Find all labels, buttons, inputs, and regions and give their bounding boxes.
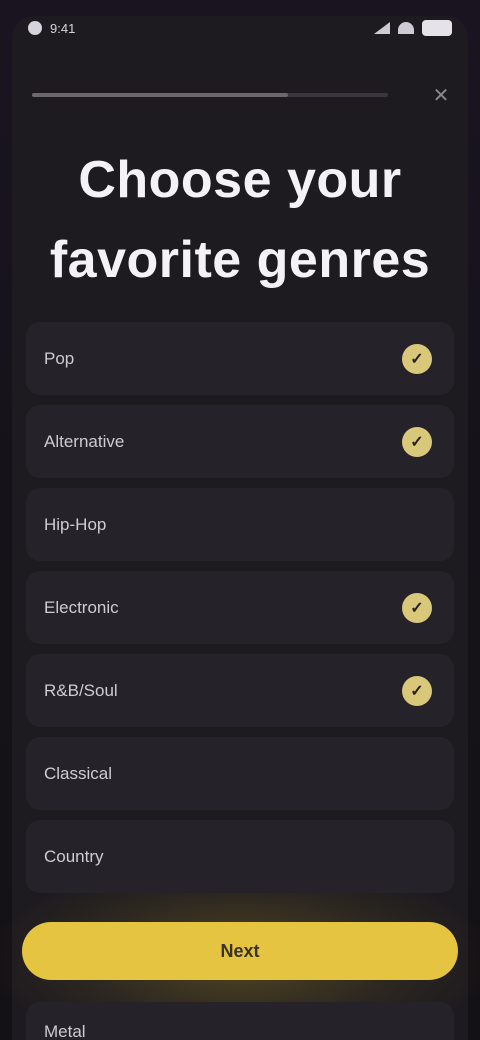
genre-option[interactable]: Alternative ✓ xyxy=(26,405,454,478)
status-time: 9:41 xyxy=(50,20,76,36)
genre-option[interactable]: Pop ✓ xyxy=(26,322,454,395)
app-icon xyxy=(28,21,42,35)
progress-bar xyxy=(32,93,388,97)
option-label: Electronic xyxy=(44,597,119,617)
wifi-icon xyxy=(398,22,414,34)
option-label: Metal xyxy=(44,1022,86,1040)
genre-option[interactable]: Electronic ✓ xyxy=(26,571,454,644)
genre-option[interactable]: Country xyxy=(26,820,454,893)
status-right xyxy=(374,20,452,36)
option-label: Classical xyxy=(44,763,113,783)
status-left: 9:41 xyxy=(28,21,75,36)
option-label: Country xyxy=(44,846,104,866)
genre-options: Pop ✓ Alternative ✓ Hip-Hop Electronic ✓ R&B/So… xyxy=(26,322,454,893)
progress-fill xyxy=(32,93,289,97)
status-bar: 9:41 xyxy=(0,0,480,56)
checkmark-icon: ✓ xyxy=(402,343,432,374)
unchecked-icon xyxy=(402,510,432,540)
battery-icon xyxy=(422,20,452,36)
page-title: Choose your favorite genres xyxy=(49,151,431,289)
genre-option-partial[interactable]: Metal xyxy=(26,1002,454,1040)
option-label: Pop xyxy=(44,348,75,368)
genre-option[interactable]: Classical xyxy=(26,737,454,810)
option-label: Alternative xyxy=(44,431,125,451)
option-label: Hip-Hop xyxy=(44,514,107,534)
checkmark-icon: ✓ xyxy=(402,426,432,457)
signal-icon xyxy=(374,22,390,34)
unchecked-icon xyxy=(402,842,432,872)
close-icon: ✕ xyxy=(432,84,450,107)
genre-option[interactable]: R&B/Soul ✓ xyxy=(26,654,454,727)
next-button[interactable]: Next xyxy=(22,922,458,980)
unchecked-icon xyxy=(402,759,432,789)
close-button[interactable]: ✕ xyxy=(426,80,456,110)
genre-option[interactable]: Hip-Hop xyxy=(26,488,454,561)
app-screen: 9:41 ✕ Choose your favorite genres Pop ✓ A… xyxy=(0,0,480,1040)
option-label: R&B/Soul xyxy=(44,680,118,700)
checkmark-icon: ✓ xyxy=(402,592,432,623)
checkmark-icon: ✓ xyxy=(402,675,432,706)
